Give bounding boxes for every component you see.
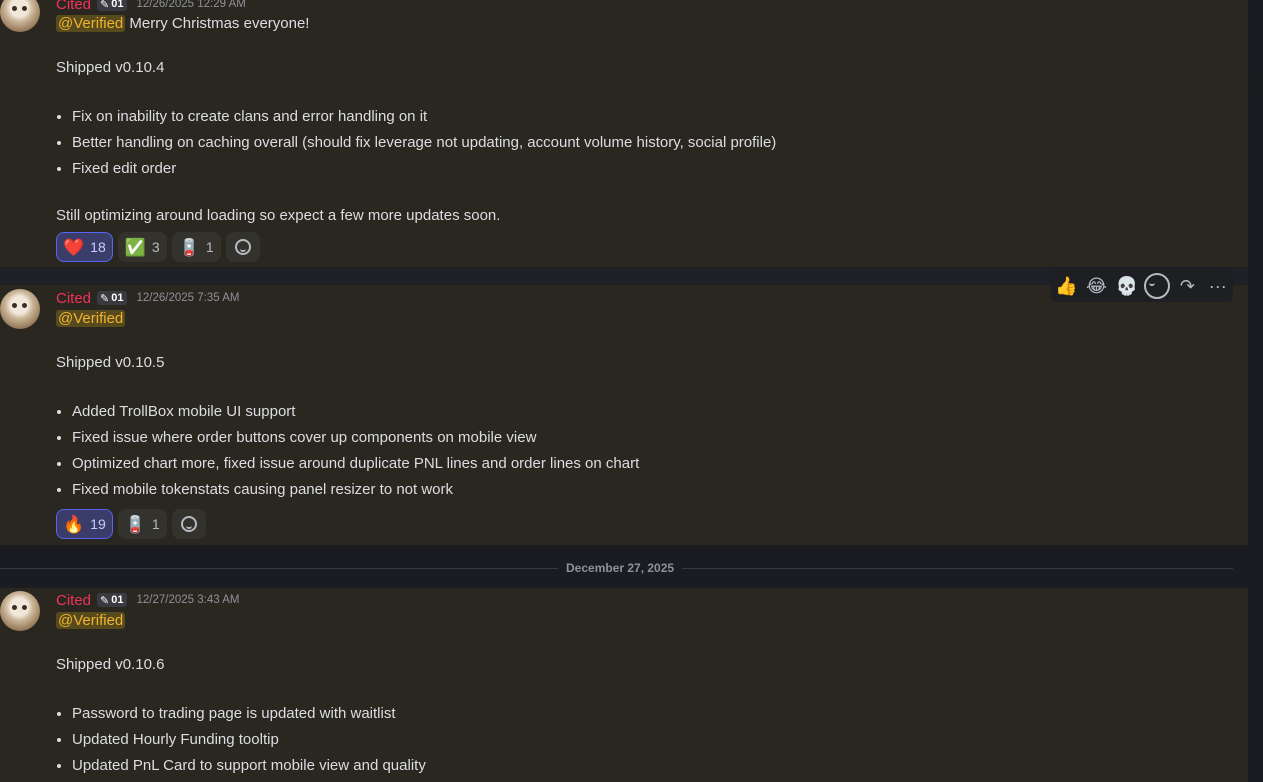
- message-line: @Verified Merry Christmas everyone!: [56, 15, 309, 32]
- more-icon[interactable]: ···: [1205, 273, 1231, 299]
- add-reaction-icon: [180, 516, 197, 532]
- message-line: @Verified: [56, 612, 126, 629]
- reaction-heart[interactable]: ❤️ 18: [56, 232, 113, 262]
- message-title: Shipped v0.10.6: [56, 656, 165, 673]
- reaction-count: 1: [151, 516, 160, 532]
- list-item: Added TrollBox mobile UI support: [72, 402, 639, 428]
- message-text: Merry Christmas everyone!: [125, 15, 310, 32]
- message-2: Cited ✎ 01 12/26/2025 7:35 AM @Verified S…: [0, 285, 1248, 545]
- scrollbar-thumb[interactable]: [1252, 66, 1260, 100]
- message-header: Cited ✎ 01 12/27/2025 3:43 AM: [56, 591, 239, 609]
- reaction-count: 1: [205, 239, 214, 255]
- bullet-list: Fix on inability to create clans and err…: [56, 107, 776, 185]
- message-1: Cited ✎ 01 12/26/2025 12:29 AM @Verified …: [0, 0, 1248, 267]
- reaction-count: 3: [151, 239, 160, 255]
- message-footer: Still optimizing around loading so expec…: [56, 207, 501, 224]
- pen-nib-icon: ✎: [100, 594, 110, 607]
- message-3: Cited ✎ 01 12/27/2025 3:43 AM @Verified S…: [0, 588, 1248, 782]
- reaction-custom[interactable]: 🪫 1: [171, 232, 221, 262]
- username[interactable]: Cited: [56, 0, 91, 13]
- fire-icon: 🔥: [63, 514, 85, 534]
- list-item: Better handling on caching overall (shou…: [72, 133, 776, 159]
- avatar[interactable]: [0, 289, 40, 329]
- check-icon: ✅: [124, 237, 146, 257]
- reaction-custom[interactable]: 🪫 1: [117, 509, 167, 539]
- bullet-list: Password to trading page is updated with…: [56, 704, 426, 782]
- list-item: Updated PnL Card to support mobile view …: [72, 756, 426, 782]
- timestamp: 12/26/2025 7:35 AM: [136, 292, 240, 304]
- custom-emoji-icon: 🪫: [178, 237, 200, 257]
- reactions-bar: 🔥 19 🪫 1: [56, 509, 206, 539]
- timestamp: 12/26/2025 12:29 AM: [136, 0, 246, 10]
- skull-icon[interactable]: 💀: [1114, 273, 1140, 299]
- reactions-bar: ❤️ 18 ✅ 3 🪫 1: [56, 232, 260, 262]
- message-header: Cited ✎ 01 12/26/2025 12:29 AM: [56, 0, 246, 13]
- username[interactable]: Cited: [56, 592, 91, 609]
- add-reaction-icon: [234, 239, 251, 255]
- list-item: Password to trading page is updated with…: [72, 704, 426, 730]
- message-title: Shipped v0.10.5: [56, 354, 165, 371]
- pen-nib-icon: ✎: [100, 0, 110, 11]
- list-item: Fixed issue where order buttons cover up…: [72, 428, 639, 454]
- role-badge-label: 01: [111, 594, 124, 606]
- thumbs-up-icon[interactable]: 👍: [1053, 273, 1079, 299]
- timestamp: 12/27/2025 3:43 AM: [136, 594, 240, 606]
- pen-nib-icon: ✎: [100, 292, 110, 305]
- custom-emoji-icon: 🪫: [124, 514, 146, 534]
- message-line: @Verified: [56, 310, 126, 327]
- role-badge-label: 01: [111, 0, 124, 10]
- avatar[interactable]: [0, 591, 40, 631]
- message-hover-toolbar: 👍 😂 💀 ↷ ···: [1051, 270, 1233, 302]
- role-badge-label: 01: [111, 292, 124, 304]
- list-item: Optimized chart more, fixed issue around…: [72, 454, 639, 480]
- mention[interactable]: @Verified: [56, 612, 126, 629]
- add-reaction-button[interactable]: [225, 232, 260, 262]
- reaction-check[interactable]: ✅ 3: [117, 232, 167, 262]
- laughing-icon[interactable]: 😂: [1083, 273, 1109, 299]
- add-reaction-button[interactable]: [171, 509, 206, 539]
- list-item: Updated Hourly Funding tooltip: [72, 730, 426, 756]
- message-header: Cited ✎ 01 12/26/2025 7:35 AM: [56, 289, 239, 307]
- message-title: Shipped v0.10.4: [56, 59, 165, 76]
- mention[interactable]: @Verified: [56, 15, 126, 32]
- forward-icon[interactable]: ↷: [1174, 273, 1200, 299]
- list-item: Fixed edit order: [72, 159, 776, 185]
- reaction-fire[interactable]: 🔥 19: [56, 509, 113, 539]
- mention[interactable]: @Verified: [56, 310, 126, 327]
- reaction-count: 18: [90, 239, 106, 255]
- role-badge[interactable]: ✎ 01: [97, 593, 127, 607]
- heart-icon: ❤️: [63, 237, 85, 257]
- date-divider: December 27, 2025: [558, 561, 683, 575]
- role-badge[interactable]: ✎ 01: [97, 0, 127, 11]
- avatar[interactable]: [0, 0, 40, 32]
- role-badge[interactable]: ✎ 01: [97, 291, 127, 305]
- list-item: Fix on inability to create clans and err…: [72, 107, 776, 133]
- reaction-count: 19: [90, 516, 106, 532]
- bullet-list: Added TrollBox mobile UI support Fixed i…: [56, 402, 639, 506]
- add-reaction-icon[interactable]: [1144, 273, 1171, 299]
- list-item: Fixed mobile tokenstats causing panel re…: [72, 480, 639, 506]
- username[interactable]: Cited: [56, 290, 91, 307]
